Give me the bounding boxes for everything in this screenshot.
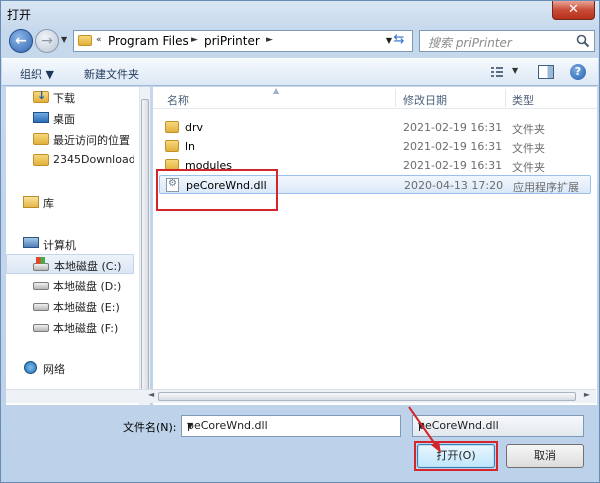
nav-item-recent-places[interactable]: 最近访问的位置 (6, 129, 134, 149)
new-folder-button[interactable]: 新建文件夹 (84, 66, 139, 82)
folder-icon (165, 121, 179, 133)
column-divider[interactable] (505, 89, 506, 107)
cancel-button[interactable]: 取消 (506, 444, 584, 468)
file-date: 2021-02-19 16:31 (403, 159, 503, 172)
drive-c-icon (33, 257, 49, 271)
nav-item-drive-c[interactable]: 本地磁盘 (C:) (6, 254, 134, 274)
folder-icon (165, 140, 179, 152)
nav-item-label: 本地磁盘 (C:) (54, 260, 122, 273)
view-dropdown-icon[interactable]: ▼ (512, 66, 518, 75)
breadcrumb-separator[interactable]: ► (266, 35, 273, 45)
file-row[interactable]: ln 2021-02-19 16:31 文件夹 (159, 137, 591, 156)
nav-item-label: 最近访问的位置 (53, 134, 130, 147)
nav-item-label: 库 (43, 197, 54, 210)
column-header: ▲ 名称 修改日期 类型 (153, 86, 597, 109)
nav-item-label: 2345Downloads (53, 153, 134, 166)
nav-item-computer[interactable]: 计算机 (6, 234, 134, 254)
breadcrumb-separator[interactable]: ► (191, 35, 198, 45)
nav-item-drive-e[interactable]: 本地磁盘 (E:) (6, 296, 134, 316)
file-date: 2021-02-19 16:31 (403, 140, 503, 153)
file-row[interactable]: drv 2021-02-19 16:31 文件夹 (159, 118, 591, 137)
nav-item-drive-f[interactable]: 本地磁盘 (F:) (6, 317, 134, 337)
file-date: 2020-04-13 17:20 (404, 179, 504, 192)
nav-item-downloads[interactable]: 下载 (6, 87, 134, 107)
sort-arrow-icon: ▲ (273, 86, 280, 95)
nav-item-label: 本地磁盘 (E:) (53, 301, 120, 314)
address-bar[interactable]: « Program Files ► priPrinter ► ▼ (73, 30, 413, 52)
nav-item-desktop[interactable]: 桌面 (6, 108, 134, 128)
breadcrumb-separator[interactable]: « (96, 35, 102, 45)
recent-places-icon (33, 133, 49, 145)
file-type: 文件夹 (512, 123, 545, 136)
search-icon[interactable] (576, 34, 590, 48)
nav-item-2345downloads[interactable]: 2345Downloads (6, 150, 134, 170)
network-icon (24, 361, 37, 374)
column-name[interactable]: 名称 (167, 92, 189, 108)
help-icon[interactable]: ? (570, 64, 586, 80)
nav-item-label: 网络 (43, 363, 65, 376)
navigation-pane: 下载 桌面 最近访问的位置 2345Downloads 库 计算机 本地磁盘 (… (6, 87, 150, 405)
file-name: drv (185, 121, 204, 134)
desktop-icon (33, 112, 49, 123)
window-title: 打开 (7, 8, 32, 22)
close-button[interactable]: ✕ (552, 1, 595, 20)
chevron-down-icon[interactable]: ▼ (187, 421, 396, 430)
download-folder-icon (33, 89, 49, 103)
scroll-right-icon[interactable]: ► (584, 390, 590, 399)
folder-icon (33, 154, 49, 166)
nav-item-label: 下载 (53, 92, 75, 105)
file-date: 2021-02-19 16:31 (403, 121, 503, 134)
column-date[interactable]: 修改日期 (403, 92, 447, 108)
nav-item-label: 本地磁盘 (F:) (53, 322, 119, 335)
scrollbar-thumb[interactable] (141, 99, 149, 391)
nav-item-label: 桌面 (53, 113, 75, 126)
scrollbar-thumb[interactable] (158, 392, 576, 401)
search-box[interactable]: 搜索 priPrinter (419, 30, 595, 52)
organize-button[interactable]: 组织 ▼ (20, 66, 54, 82)
address-bar-row: ← → ▼ « Program Files ► priPrinter ► ▼ ⇆… (5, 27, 597, 55)
annotation-arrow-icon (408, 406, 441, 453)
forward-button[interactable]: → (35, 29, 59, 53)
nav-item-network[interactable]: 网络 (6, 358, 134, 378)
drive-icon (33, 303, 49, 311)
filename-input[interactable]: peCoreWnd.dll ▼ (181, 415, 401, 437)
preview-pane-icon[interactable] (538, 65, 554, 79)
nav-item-label: 计算机 (43, 239, 76, 252)
breadcrumb-priprinter[interactable]: priPrinter (204, 34, 260, 48)
file-type: 文件夹 (512, 161, 545, 174)
drive-icon (33, 282, 49, 290)
scroll-left-icon[interactable]: ◄ (148, 390, 154, 399)
file-type: 应用程序扩展 (513, 181, 579, 194)
recent-pages-dropdown[interactable]: ▼ (61, 35, 71, 47)
change-view-icon[interactable] (490, 65, 504, 79)
nav-vertical-scrollbar[interactable] (139, 87, 150, 405)
refresh-button[interactable]: ⇆ (388, 30, 410, 52)
nav-item-drive-d[interactable]: 本地磁盘 (D:) (6, 275, 134, 295)
library-icon (23, 196, 39, 208)
computer-icon (23, 237, 39, 248)
file-type: 文件夹 (512, 142, 545, 155)
filename-label: 文件名(N): (123, 421, 177, 434)
horizontal-scrollbar[interactable]: ◄ ► (6, 389, 596, 403)
column-divider[interactable] (395, 89, 396, 107)
drive-icon (33, 324, 49, 332)
file-list: ▲ 名称 修改日期 类型 drv 2021-02-19 16:31 文件夹 ln… (153, 86, 597, 405)
back-button[interactable]: ← (9, 29, 33, 53)
command-toolbar: 组织 ▼ 新建文件夹 ▼ ? (2, 58, 598, 86)
folder-icon (78, 35, 92, 46)
annotation-highlight-box (156, 169, 278, 211)
title-bar: 打开 ✕ (1, 1, 599, 25)
search-placeholder: 搜索 priPrinter (428, 36, 512, 50)
open-file-dialog: 打开 ✕ ← → ▼ « Program Files ► priPrinter … (0, 0, 600, 483)
nav-item-label: 本地磁盘 (D:) (53, 280, 122, 293)
breadcrumb-program-files[interactable]: Program Files (108, 34, 189, 48)
nav-item-library[interactable]: 库 (6, 192, 134, 212)
column-type[interactable]: 类型 (512, 92, 534, 108)
file-name: ln (185, 140, 196, 153)
